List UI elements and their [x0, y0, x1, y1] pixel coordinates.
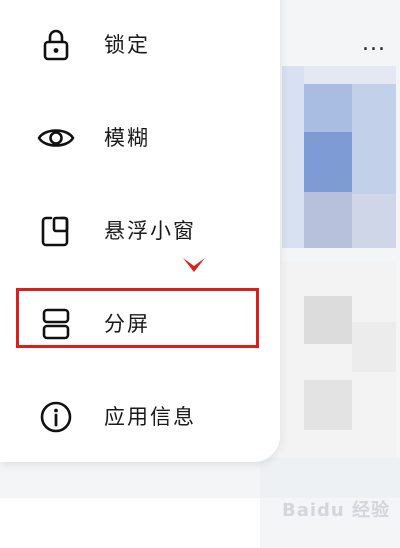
- blurred-app-content: [282, 262, 396, 462]
- menu-item-app-info[interactable]: 应用信息: [0, 376, 270, 456]
- app-context-menu: 锁定 模糊 悬浮小窗 分屏 应用信息: [0, 0, 280, 462]
- annotation-arrow-icon: [181, 250, 207, 276]
- menu-item-label: 锁定: [104, 33, 150, 57]
- menu-item-floating-window[interactable]: 悬浮小窗: [0, 190, 270, 270]
- eye-icon: [36, 118, 76, 158]
- menu-item-label: 应用信息: [104, 405, 196, 429]
- menu-item-label: 悬浮小窗: [104, 219, 196, 243]
- lock-icon: [36, 25, 76, 65]
- menu-item-label: 模糊: [104, 126, 150, 150]
- menu-item-lock[interactable]: 锁定: [0, 4, 270, 84]
- blurred-app-preview: [282, 66, 396, 248]
- annotation-highlight-box: [16, 288, 259, 348]
- floating-window-icon: [36, 211, 76, 251]
- info-icon: [36, 397, 76, 437]
- more-icon[interactable]: ...: [362, 33, 386, 55]
- blurred-bottom-bar: [0, 458, 400, 498]
- menu-item-blur[interactable]: 模糊: [0, 97, 270, 177]
- watermark: Baidu 经验: [282, 500, 391, 521]
